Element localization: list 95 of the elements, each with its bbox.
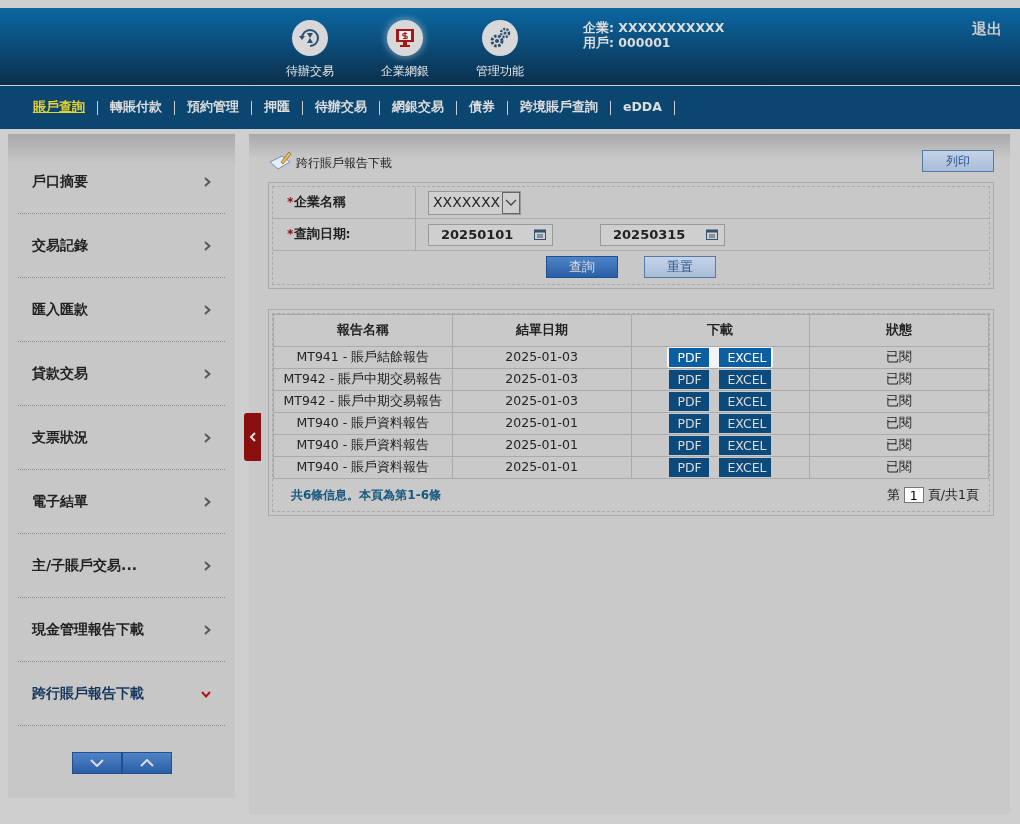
download-button[interactable]: EXCEL [719, 370, 772, 389]
table-cell: 已閱 [809, 412, 989, 435]
page-title: 跨行賬戶報告下載 [296, 155, 392, 172]
scroll-down-button[interactable] [71, 752, 122, 774]
user-label: 用戶: 000001 [583, 35, 672, 50]
download-button[interactable]: PDF [669, 436, 710, 455]
download-button[interactable]: PDF [669, 392, 710, 411]
edit-document-icon [268, 150, 292, 172]
nav-tab[interactable]: 預約管理 [187, 98, 239, 117]
table-cell: 已閱 [809, 368, 989, 391]
chevron-right-icon [204, 433, 211, 443]
print-button[interactable]: 列印 [922, 150, 994, 172]
gears-icon [481, 20, 518, 56]
table-cell: 2025-01-01 [452, 412, 631, 435]
page-total: 頁/共1頁 [927, 486, 979, 504]
table-cell: MT940 - 賬戶資料報告 [273, 434, 453, 457]
required-mark: * [287, 225, 294, 244]
nav-tab[interactable]: 賬戶查詢 [33, 98, 85, 117]
chevron-up-icon [139, 759, 154, 767]
company-label: 企業: XXXXXXXXXXX [583, 20, 725, 35]
sidebar-item[interactable]: 現金管理報告下載 [18, 598, 225, 662]
table-cell: 已閱 [809, 456, 989, 479]
reset-button[interactable]: 重置 [644, 256, 716, 278]
chevron-right-icon [204, 625, 211, 635]
sidebar-item[interactable]: 電子結單 [18, 470, 225, 534]
table-cell: 2025-01-01 [452, 456, 631, 479]
hourglass-icon [291, 20, 328, 56]
column-header: 狀態 [809, 314, 989, 347]
table-cell: 已閱 [809, 346, 989, 369]
end-date-field[interactable]: 20250315 [600, 223, 725, 246]
download-button[interactable]: EXCEL [719, 392, 772, 411]
column-header: 結單日期 [452, 314, 631, 347]
table-cell: 已閱 [809, 390, 989, 413]
chevron-right-icon [204, 369, 211, 379]
chevron-down-icon [201, 690, 211, 698]
sidebar-item[interactable]: 戶口摘要 [18, 150, 225, 214]
nav-tab[interactable]: 債券 [469, 98, 495, 117]
page-prefix: 第 [886, 486, 900, 504]
nav-tab[interactable]: 待辦交易 [315, 98, 367, 117]
table-cell: 已閱 [809, 434, 989, 457]
table-cell: 2025-01-03 [452, 390, 631, 413]
chevron-right-icon [204, 241, 211, 251]
chevron-down-icon [89, 759, 104, 767]
download-button[interactable]: EXCEL [719, 348, 772, 367]
field-label: 查詢日期: [293, 225, 351, 244]
download-button[interactable]: PDF [669, 414, 710, 433]
download-button[interactable]: EXCEL [719, 414, 772, 433]
chevron-right-icon [204, 561, 211, 571]
chevron-left-icon [248, 432, 257, 442]
download-button[interactable]: EXCEL [719, 436, 772, 455]
scroll-up-button[interactable] [121, 752, 172, 774]
calendar-icon [706, 229, 718, 240]
app-launcher[interactable]: 管理功能 [452, 8, 547, 85]
field-label: 企業名稱 [293, 193, 346, 212]
app-launcher[interactable]: 企業網銀 [357, 8, 452, 85]
nav-tab[interactable]: 轉賬付款 [110, 98, 162, 117]
column-header: 下載 [631, 314, 810, 347]
table-cell: 2025-01-03 [452, 346, 631, 369]
table-cell: MT942 - 賬戶中期交易報告 [273, 368, 453, 391]
nav-tab[interactable]: eDDA [623, 98, 662, 117]
nav-tab[interactable]: 跨境賬戶查詢 [520, 98, 598, 117]
table-cell: MT940 - 賬戶資料報告 [273, 456, 453, 479]
nav-tab[interactable]: 網銀交易 [392, 98, 444, 117]
download-button[interactable]: PDF [669, 370, 710, 389]
logout-link[interactable]: 退出 [972, 18, 1002, 41]
table-cell: MT942 - 賬戶中期交易報告 [273, 390, 453, 413]
chevron-right-icon [204, 305, 211, 315]
sidebar-item[interactable]: 交易記錄 [18, 214, 225, 278]
download-button[interactable]: PDF [669, 458, 710, 477]
table-cell: 2025-01-03 [452, 368, 631, 391]
chevron-right-icon [204, 177, 211, 187]
dropdown-icon [505, 199, 518, 206]
download-button[interactable]: EXCEL [719, 458, 772, 477]
query-button[interactable]: 查詢 [546, 256, 618, 278]
start-date-field[interactable]: 20250101 [428, 223, 553, 246]
chevron-right-icon [204, 497, 211, 507]
calendar-icon [534, 229, 546, 240]
collapse-sidebar-button[interactable] [244, 413, 261, 461]
page-number-field[interactable]: 1 [903, 487, 924, 504]
nav-tab[interactable]: 押匯 [264, 98, 290, 117]
app-launcher[interactable]: 待辦交易 [262, 8, 357, 85]
sidebar-item[interactable]: 貸款交易 [18, 342, 225, 406]
column-header: 報告名稱 [273, 314, 453, 347]
table-cell: MT941 - 賬戶結餘報告 [273, 346, 453, 369]
company-select[interactable]: XXXXXXX [428, 190, 522, 215]
table-cell: 2025-01-01 [452, 434, 631, 457]
monitor-dollar-icon [386, 20, 423, 56]
sidebar-item[interactable]: 主/子賬戶交易... [18, 534, 225, 598]
sidebar-item[interactable]: 匯入匯款 [18, 278, 225, 342]
record-summary: 共6條信息。本頁為第1-6條 [291, 487, 442, 505]
sidebar-item[interactable]: 支票狀況 [18, 406, 225, 470]
table-cell: MT940 - 賬戶資料報告 [273, 412, 453, 435]
required-mark: * [287, 193, 294, 212]
sidebar-item[interactable]: 跨行賬戶報告下載 [18, 662, 225, 726]
download-button[interactable]: PDF [669, 348, 710, 367]
